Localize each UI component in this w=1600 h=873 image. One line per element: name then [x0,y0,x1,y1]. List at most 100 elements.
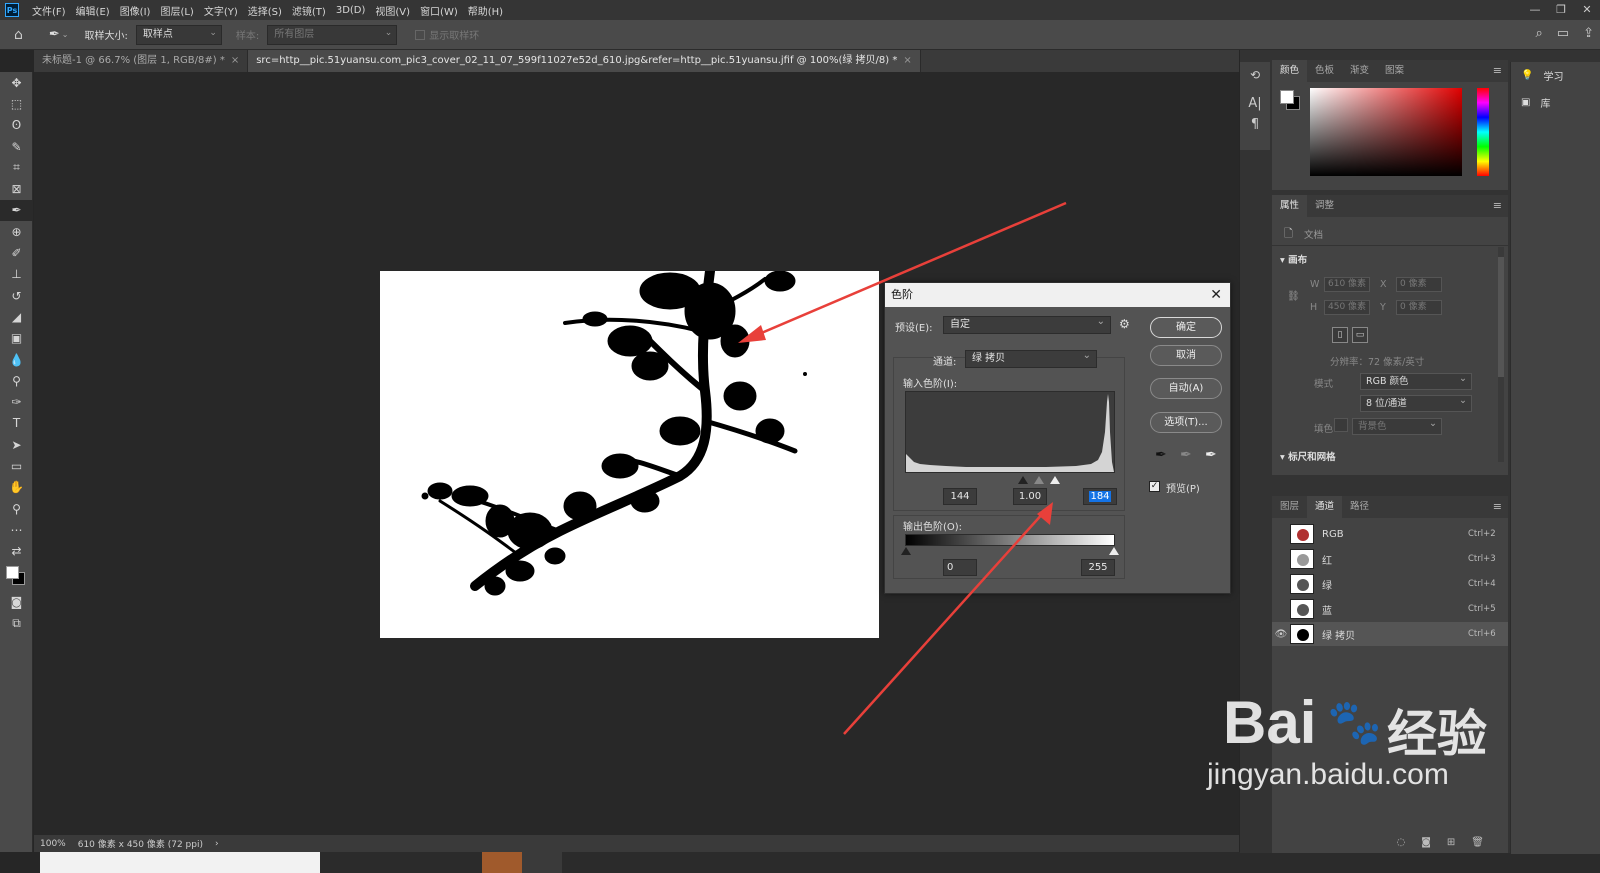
height-field[interactable]: 450 像素 [1324,300,1370,315]
black-eyedropper-icon[interactable]: ✒ [1155,447,1167,463]
taskbar-app-icon[interactable] [522,852,562,873]
new-channel-icon[interactable]: ⊞ [1447,837,1455,848]
shape-tool-icon[interactable]: ▭ [0,455,33,476]
menu-help[interactable]: 帮助(H) [463,3,508,18]
path-select-tool-icon[interactable]: ➤ [0,434,33,455]
quick-select-tool-icon[interactable]: ✎ [0,136,33,157]
lasso-tool-icon[interactable]: ʘ [0,115,33,136]
fill-select[interactable]: 背景色 [1352,416,1442,435]
channel-row-green-copy[interactable]: 👁 绿 拷贝 Ctrl+6 [1272,622,1508,646]
swap-colors-icon[interactable]: ⇄ [0,541,33,562]
screen-mode-icon[interactable]: ⧉ [0,613,33,634]
preset-select[interactable]: 自定 [943,314,1111,334]
white-eyedropper-icon[interactable]: ✒ [1205,447,1217,463]
sample-size-select[interactable]: 取样点 [135,24,222,45]
dialog-close-icon[interactable]: ✕ [1210,283,1222,307]
tab-jfif[interactable]: src=http__pic.51yuansu.com_pic3_cover_02… [248,50,921,72]
channel-row-green[interactable]: 绿 Ctrl+4 [1272,572,1508,596]
gradient-tool-icon[interactable]: ▣ [0,328,33,349]
restore-icon[interactable]: ❐ [1548,0,1574,20]
tab-patterns[interactable]: 图案 [1377,60,1412,82]
panel-menu-icon[interactable]: ≡ [1493,199,1502,212]
foreground-color-swatch[interactable] [6,565,19,579]
color-field[interactable] [1310,88,1462,176]
pen-tool-icon[interactable]: ✑ [0,391,33,412]
tab-channels[interactable]: 通道 [1307,496,1343,518]
menu-image[interactable]: 图像(I) [115,3,156,18]
eye-icon[interactable]: 👁 [1272,629,1290,640]
menu-edit[interactable]: 编辑(E) [71,3,115,18]
search-icon[interactable]: ⌕ [1536,26,1543,41]
gray-eyedropper-icon[interactable]: ✒ [1180,447,1192,463]
load-selection-icon[interactable]: ◌ [1396,837,1405,848]
hand-tool-icon[interactable]: ✋ [0,477,33,498]
menu-view[interactable]: 视图(V) [370,3,415,18]
menu-layer[interactable]: 图层(L) [155,3,198,18]
cancel-button[interactable]: 取消 [1150,345,1222,366]
zoom-tool-icon[interactable]: ⚲ [0,498,33,519]
close-window-icon[interactable]: ✕ [1574,0,1600,20]
input-gamma-slider[interactable] [1034,476,1044,484]
x-field[interactable]: 0 像素 [1396,277,1442,292]
home-icon[interactable]: ⌂ [14,27,23,43]
channel-row-rgb[interactable]: RGB Ctrl+2 [1272,522,1508,546]
tab-color[interactable]: 颜色 [1272,60,1308,82]
menu-3d[interactable]: 3D(D) [331,5,371,16]
history-icon[interactable]: ⟲ [1240,68,1270,82]
menu-type[interactable]: 文字(Y) [199,3,243,18]
history-brush-tool-icon[interactable]: ↺ [0,285,33,306]
frame-tool-icon[interactable]: ⊠ [0,178,33,199]
tool-preset-chevron-icon[interactable]: ⌄ [62,30,69,39]
menu-select[interactable]: 选择(S) [243,3,287,18]
channel-row-red[interactable]: 红 Ctrl+3 [1272,547,1508,571]
link-icon[interactable]: ⛓ [1287,291,1300,302]
eyedropper-tool-icon[interactable]: ✒ [49,27,60,42]
output-black-slider[interactable] [901,547,911,555]
more-tools-icon[interactable]: ⋯ [0,519,33,540]
save-selection-icon[interactable]: ◙ [1421,837,1431,848]
rulers-grid-section-header[interactable]: ▾ 标尺和网格 [1280,449,1336,463]
zoom-level[interactable]: 100% [40,839,66,849]
preview-checkbox[interactable]: ✓ [1149,481,1160,492]
library-panel-button[interactable]: ▣ 库 [1511,89,1600,116]
output-white-slider[interactable] [1109,547,1119,555]
tab-close-icon[interactable]: × [903,55,911,66]
minimize-icon[interactable]: — [1522,0,1548,20]
panel-menu-icon[interactable]: ≡ [1493,64,1502,77]
workspace-icon[interactable]: ▭ [1557,26,1569,41]
tab-layers[interactable]: 图层 [1272,496,1307,518]
width-field[interactable]: 610 像素 [1324,277,1370,292]
output-white-field[interactable]: 255 [1081,559,1115,576]
healing-brush-tool-icon[interactable]: ⊕ [0,221,33,242]
input-black-field[interactable]: 144 [943,488,977,505]
mode-select[interactable]: RGB 颜色 [1360,371,1472,390]
input-black-slider[interactable] [1018,476,1028,484]
learn-panel-button[interactable]: 💡 学习 [1511,62,1600,89]
preset-gear-icon[interactable]: ⚙ [1119,317,1130,331]
eraser-tool-icon[interactable]: ◢ [0,306,33,327]
stamp-tool-icon[interactable]: ⊥ [0,264,33,285]
fg-swatch[interactable] [1280,90,1294,104]
canvas-section-header[interactable]: ▾ 画布 [1280,252,1307,266]
menu-window[interactable]: 窗口(W) [415,3,463,18]
options-button[interactable]: 选项(T)... [1150,412,1222,433]
delete-channel-icon[interactable]: 🗑 [1471,837,1484,848]
auto-button[interactable]: 自动(A) [1150,378,1222,399]
tab-properties[interactable]: 属性 [1272,195,1308,217]
taskbar-app-icon[interactable] [482,852,522,873]
crop-tool-icon[interactable]: ⌗ [0,157,33,178]
channel-row-blue[interactable]: 蓝 Ctrl+5 [1272,597,1508,621]
output-black-field[interactable]: 0 [943,559,977,576]
bit-depth-select[interactable]: 8 位/通道 [1360,393,1472,412]
menu-filter[interactable]: 滤镜(T) [287,3,331,18]
tab-swatches[interactable]: 色板 [1307,60,1342,82]
input-white-field[interactable]: 184 [1083,488,1117,505]
panel-menu-icon[interactable]: ≡ [1493,500,1502,513]
hue-slider[interactable] [1477,88,1489,176]
eyedropper-tool-icon[interactable]: ✒ [0,199,33,222]
tab-untitled[interactable]: 未标题-1 @ 66.7% (图层 1, RGB/8#) * × [34,50,249,72]
tab-paths[interactable]: 路径 [1342,496,1377,518]
show-ring-checkbox[interactable] [415,29,426,40]
tab-close-icon[interactable]: × [231,55,239,66]
tab-gradients[interactable]: 渐变 [1342,60,1377,82]
